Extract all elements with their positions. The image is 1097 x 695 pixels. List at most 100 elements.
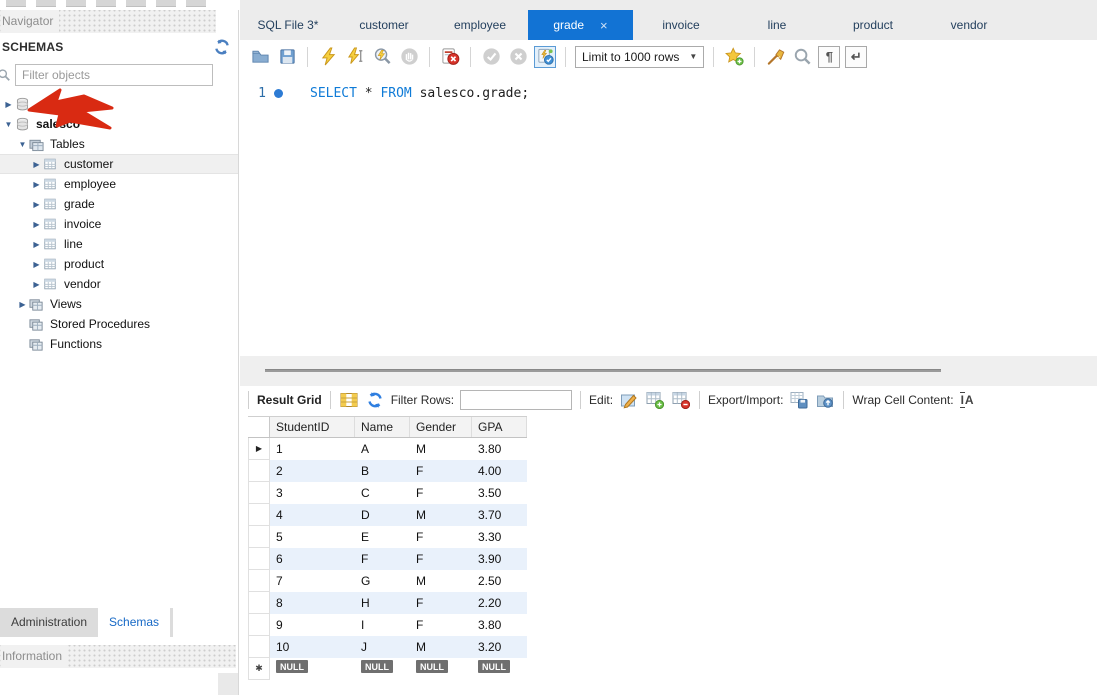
column-layout-button[interactable]	[339, 390, 359, 410]
grid-cell[interactable]: M	[410, 570, 472, 592]
editor-tab-line[interactable]: line	[729, 10, 825, 40]
grid-cell[interactable]: C	[355, 482, 410, 504]
row-gutter[interactable]	[248, 614, 270, 636]
tree-table-line[interactable]: ▶ line	[0, 234, 238, 254]
grid-cell[interactable]: 3	[270, 482, 355, 504]
grid-cell[interactable]: 6	[270, 548, 355, 570]
grid-cell[interactable]: 1	[270, 438, 355, 460]
filter-rows-input[interactable]	[460, 390, 573, 410]
tree-schema-blank[interactable]: ▶	[0, 94, 238, 114]
row-gutter[interactable]	[248, 592, 270, 614]
expand-arrow-icon[interactable]: ▶	[30, 240, 43, 249]
grid-cell[interactable]: A	[355, 438, 410, 460]
find-button[interactable]	[791, 46, 813, 68]
grid-cell[interactable]: 4.00	[472, 460, 527, 482]
toggle-invisibles-button[interactable]: ¶	[818, 45, 841, 68]
expand-arrow-icon[interactable]: ▶	[16, 300, 29, 309]
tree-table-grade[interactable]: ▶ grade	[0, 194, 238, 214]
row-gutter[interactable]	[248, 504, 270, 526]
grid-cell[interactable]: 3.80	[472, 438, 527, 460]
editor-tab-sql-file-3[interactable]: SQL File 3*	[240, 10, 336, 40]
grid-cell[interactable]: NULL	[410, 658, 472, 680]
grid-cell[interactable]: 10	[270, 636, 355, 658]
open-script-button[interactable]	[249, 46, 271, 68]
rollback-button[interactable]	[507, 46, 529, 68]
stop-button[interactable]	[398, 46, 420, 68]
wrap-cell-toggle-button[interactable]: IA	[959, 392, 974, 408]
tree-table-invoice[interactable]: ▶ invoice	[0, 214, 238, 234]
row-gutter[interactable]	[248, 636, 270, 658]
commit-button[interactable]	[480, 46, 502, 68]
editor-tab-employee[interactable]: employee	[432, 10, 528, 40]
save-script-button[interactable]	[276, 46, 298, 68]
save-snippet-button[interactable]	[723, 46, 745, 68]
expand-arrow-icon[interactable]: ▶	[30, 160, 43, 169]
grid-cell[interactable]: 3.70	[472, 504, 527, 526]
row-gutter[interactable]	[248, 570, 270, 592]
explain-button[interactable]	[371, 46, 393, 68]
grid-cell[interactable]: F	[410, 614, 472, 636]
grid-cell[interactable]: M	[410, 438, 472, 460]
grid-cell[interactable]: F	[410, 460, 472, 482]
tree-table-customer[interactable]: ▶ customer	[0, 154, 238, 174]
tree-node-stored-procedures[interactable]: Stored Procedures	[0, 314, 238, 334]
expand-arrow-icon[interactable]: ▼	[16, 140, 29, 149]
grid-cell[interactable]: NULL	[472, 658, 527, 680]
grid-cell[interactable]: F	[410, 548, 472, 570]
export-recordset-button[interactable]	[789, 390, 809, 410]
column-header-gpa[interactable]: GPA	[472, 417, 527, 437]
editor-tab-vendor[interactable]: vendor	[921, 10, 1017, 40]
grid-cell[interactable]: 9	[270, 614, 355, 636]
schema-filter-input[interactable]	[15, 64, 213, 86]
grid-cell[interactable]: 3.50	[472, 482, 527, 504]
row-gutter[interactable]: ▶	[248, 438, 270, 460]
grid-cell[interactable]: 8	[270, 592, 355, 614]
grid-cell[interactable]: NULL	[270, 658, 355, 680]
grid-cell[interactable]: 3.30	[472, 526, 527, 548]
grid-cell[interactable]: 3.90	[472, 548, 527, 570]
tree-table-employee[interactable]: ▶ employee	[0, 174, 238, 194]
column-header-name[interactable]: Name	[355, 417, 410, 437]
edit-record-button[interactable]	[619, 390, 639, 410]
grid-cell[interactable]: H	[355, 592, 410, 614]
toggle-stop-on-error-button[interactable]	[439, 46, 461, 68]
execute-current-statement-button[interactable]	[344, 46, 366, 68]
grid-cell[interactable]: M	[410, 504, 472, 526]
grid-cell[interactable]: E	[355, 526, 410, 548]
toggle-word-wrap-button[interactable]: ↵	[845, 45, 868, 68]
grid-cell[interactable]: 2	[270, 460, 355, 482]
grid-cell[interactable]: J	[355, 636, 410, 658]
expand-arrow-icon[interactable]: ▶	[2, 100, 15, 109]
sidebar-tab-administration[interactable]: Administration	[0, 608, 98, 637]
panel-splitter[interactable]	[218, 673, 238, 695]
grid-cell[interactable]: G	[355, 570, 410, 592]
grid-cell[interactable]: I	[355, 614, 410, 636]
limit-rows-dropdown[interactable]: Limit to 1000 rows ▼	[575, 45, 705, 68]
grid-cell[interactable]: 2.50	[472, 570, 527, 592]
tree-table-product[interactable]: ▶ product	[0, 254, 238, 274]
grid-cell[interactable]: F	[410, 592, 472, 614]
row-gutter[interactable]	[248, 482, 270, 504]
grid-cell[interactable]: NULL	[355, 658, 410, 680]
expand-arrow-icon[interactable]: ▶	[30, 280, 43, 289]
sidebar-tab-schemas[interactable]: Schemas	[98, 608, 171, 637]
expand-arrow-icon[interactable]: ▶	[30, 260, 43, 269]
row-gutter[interactable]: ✱	[248, 658, 270, 680]
beautify-button[interactable]	[764, 46, 786, 68]
tree-node-views[interactable]: ▶ Views	[0, 294, 238, 314]
tree-node-tables[interactable]: ▼ Tables	[0, 134, 238, 154]
grid-cell[interactable]: F	[410, 482, 472, 504]
grid-cell[interactable]: F	[410, 526, 472, 548]
editor-tab-customer[interactable]: customer	[336, 10, 432, 40]
expand-arrow-icon[interactable]: ▶	[30, 200, 43, 209]
expand-arrow-icon[interactable]: ▶	[30, 180, 43, 189]
tree-node-functions[interactable]: Functions	[0, 334, 238, 354]
grid-cell[interactable]: 3.80	[472, 614, 527, 636]
execute-button[interactable]	[317, 46, 339, 68]
grid-cell[interactable]: 5	[270, 526, 355, 548]
tree-schema-salesco[interactable]: ▼ salesco	[0, 114, 238, 134]
expand-arrow-icon[interactable]: ▶	[30, 220, 43, 229]
refresh-schemas-button[interactable]	[212, 37, 232, 57]
editor-tab-invoice[interactable]: invoice	[633, 10, 729, 40]
refresh-results-button[interactable]	[365, 390, 385, 410]
